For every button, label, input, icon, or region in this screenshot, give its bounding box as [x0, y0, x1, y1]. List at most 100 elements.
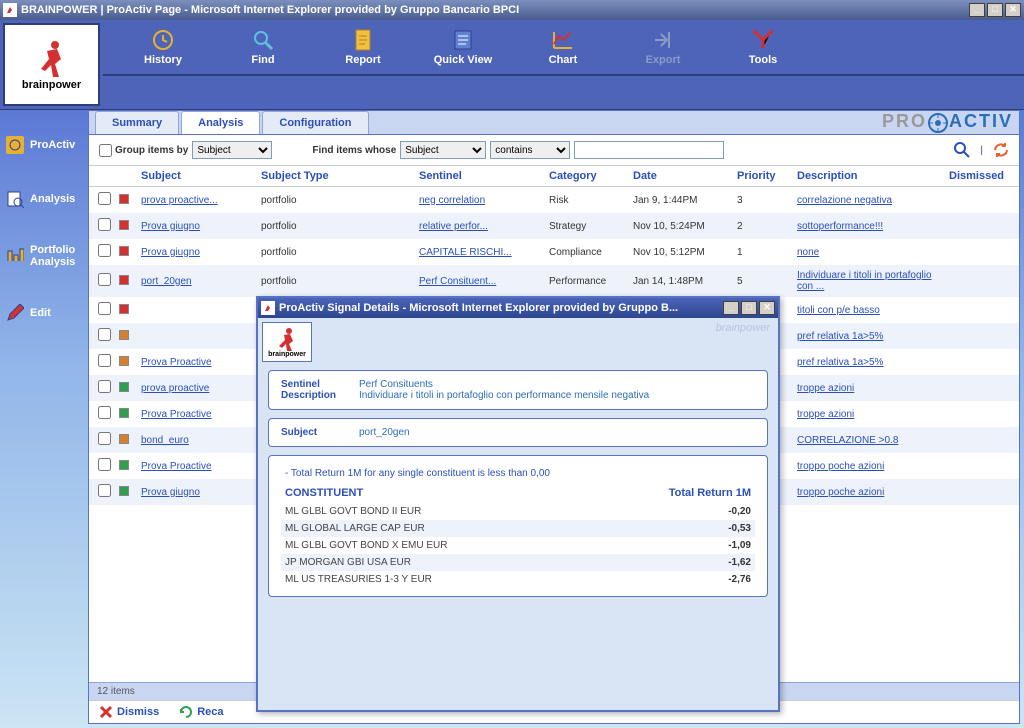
find-op-select[interactable]: contains: [490, 141, 570, 159]
row-description[interactable]: troppo poche azioni: [797, 461, 884, 472]
row-sentinel[interactable]: relative perfor...: [419, 221, 488, 232]
table-row[interactable]: prova proactive...portfolioneg correlati…: [89, 187, 1019, 213]
table-row[interactable]: port_20genportfolioPerf Consituent...Per…: [89, 265, 1019, 297]
row-checkbox[interactable]: [98, 432, 111, 445]
popup-window: ProActiv Signal Details - Microsoft Inte…: [256, 296, 780, 712]
sidebar-item-analysis[interactable]: Analysis: [4, 184, 84, 214]
row-sentinel[interactable]: Perf Consituent...: [419, 276, 496, 287]
toolbar-find[interactable]: Find: [233, 28, 293, 66]
header-priority[interactable]: Priority: [737, 170, 797, 182]
constituent-return: -1,09: [728, 540, 751, 551]
row-checkbox[interactable]: [98, 354, 111, 367]
row-date: Nov 10, 5:24PM: [633, 221, 737, 232]
popup-close-button[interactable]: ✕: [759, 301, 775, 315]
close-button[interactable]: ✕: [1005, 3, 1021, 17]
row-subject[interactable]: port_20gen: [141, 276, 192, 287]
product-brand: PROACTIV: [882, 111, 1013, 133]
row-checkbox[interactable]: [98, 302, 111, 315]
toolbar-history[interactable]: History: [133, 28, 193, 66]
row-subject[interactable]: bond_euro: [141, 435, 189, 446]
toolbar-export: Export: [633, 28, 693, 66]
constituent-name: ML US TREASURIES 1-3 Y EUR: [285, 574, 432, 585]
row-sentinel[interactable]: CAPITALE RISCHI...: [419, 247, 512, 258]
row-subject[interactable]: Prova giugno: [141, 247, 200, 258]
row-subject[interactable]: Prova giugno: [141, 487, 200, 498]
tab-configuration[interactable]: Configuration: [262, 111, 368, 134]
find-value-input[interactable]: [574, 141, 724, 159]
toolbar-chart[interactable]: Chart: [533, 28, 593, 66]
popup-sentinel-box: SentinelPerf Consituents DescriptionIndi…: [268, 370, 768, 410]
search-icon[interactable]: [954, 142, 970, 158]
popup-maximize-button[interactable]: □: [741, 301, 757, 315]
row-description[interactable]: correlazione negativa: [797, 195, 892, 206]
row-subject[interactable]: prova proactive...: [141, 195, 218, 206]
tab-summary[interactable]: Summary: [95, 111, 179, 134]
maximize-button[interactable]: □: [987, 3, 1003, 17]
toolbar-tools[interactable]: Tools: [733, 28, 793, 66]
row-type: portfolio: [261, 221, 419, 232]
toolbar-quickview[interactable]: Quick View: [433, 28, 493, 66]
row-subject[interactable]: Prova Proactive: [141, 357, 212, 368]
popup-watermark: brainpower: [316, 318, 778, 338]
window-title: BRAINPOWER | ProActiv Page - Microsoft I…: [21, 4, 519, 16]
row-subject[interactable]: Prova Proactive: [141, 461, 212, 472]
row-category: Compliance: [549, 247, 633, 258]
header-subject-type[interactable]: Subject Type: [261, 170, 419, 182]
row-description[interactable]: Individuare i titoli in portafoglio con …: [797, 270, 932, 292]
row-description[interactable]: troppe azioni: [797, 383, 854, 394]
header-subject[interactable]: Subject: [141, 170, 261, 182]
dismiss-button[interactable]: Dismiss: [99, 705, 159, 719]
popup-app-icon: [261, 301, 275, 315]
row-type: portfolio: [261, 247, 419, 258]
row-description[interactable]: none: [797, 247, 819, 258]
popup-titlebar[interactable]: ProActiv Signal Details - Microsoft Inte…: [258, 298, 778, 318]
row-checkbox[interactable]: [98, 273, 111, 286]
minimize-button[interactable]: _: [969, 3, 985, 17]
row-priority: 5: [737, 276, 797, 287]
header-date[interactable]: Date: [633, 170, 737, 182]
header-sentinel[interactable]: Sentinel: [419, 170, 549, 182]
row-checkbox[interactable]: [98, 218, 111, 231]
row-subject[interactable]: prova proactive: [141, 383, 209, 394]
group-select[interactable]: Subject: [192, 141, 272, 159]
header-dismissed[interactable]: Dismissed: [949, 170, 1019, 182]
row-description[interactable]: pref relativa 1a>5%: [797, 331, 883, 342]
row-checkbox[interactable]: [98, 244, 111, 257]
refresh-icon[interactable]: [993, 142, 1009, 158]
toolbar-report[interactable]: Report: [333, 28, 393, 66]
filter-row: Group items by Subject Find items whose …: [89, 135, 1019, 166]
row-checkbox[interactable]: [98, 192, 111, 205]
table-row[interactable]: Prova giugno portfolioCAPITALE RISCHI... C…: [89, 239, 1019, 265]
row-checkbox[interactable]: [98, 406, 111, 419]
row-checkbox[interactable]: [98, 458, 111, 471]
row-subject[interactable]: Prova giugno: [141, 221, 200, 232]
row-checkbox[interactable]: [98, 380, 111, 393]
row-checkbox[interactable]: [98, 484, 111, 497]
row-description[interactable]: titoli con p/e basso: [797, 305, 880, 316]
popup-minimize-button[interactable]: _: [723, 301, 739, 315]
constituents-header: CONSTITUENT Total Return 1M: [281, 483, 755, 503]
constituent-name: ML GLBL GOVT BOND X EMU EUR: [285, 540, 447, 551]
row-sentinel[interactable]: neg correlation: [419, 195, 485, 206]
row-description[interactable]: troppo poche azioni: [797, 487, 884, 498]
sidebar-item-edit[interactable]: Edit: [4, 298, 84, 328]
sidebar-item-portfolio[interactable]: Portfolio Analysis: [4, 238, 84, 274]
row-subject[interactable]: Prova Proactive: [141, 409, 212, 420]
row-description[interactable]: troppe azioni: [797, 409, 854, 420]
popup-subject-box: Subjectport_20gen: [268, 418, 768, 447]
row-description[interactable]: CORRELAZIONE >0.8: [797, 435, 898, 446]
tab-analysis[interactable]: Analysis: [181, 111, 260, 134]
recall-button[interactable]: Reca: [179, 705, 223, 719]
header-description[interactable]: Description: [797, 170, 949, 182]
row-description[interactable]: pref relativa 1a>5%: [797, 357, 883, 368]
find-field-select[interactable]: Subject: [400, 141, 486, 159]
constituent-row: ML GLBL GOVT BOND X EMU EUR -1,09: [281, 537, 755, 554]
row-checkbox[interactable]: [98, 328, 111, 341]
group-checkbox[interactable]: [99, 144, 112, 157]
header-category[interactable]: Category: [549, 170, 633, 182]
priority-square-icon: [119, 382, 129, 392]
row-description[interactable]: sottoperformance!!!: [797, 221, 883, 232]
table-row[interactable]: Prova giugnoportfoliorelative perfor...S…: [89, 213, 1019, 239]
sidebar-item-proactiv[interactable]: ProActiv: [4, 130, 84, 160]
constituent-row: ML GLBL GOVT BOND II EUR-0,20: [281, 503, 755, 520]
